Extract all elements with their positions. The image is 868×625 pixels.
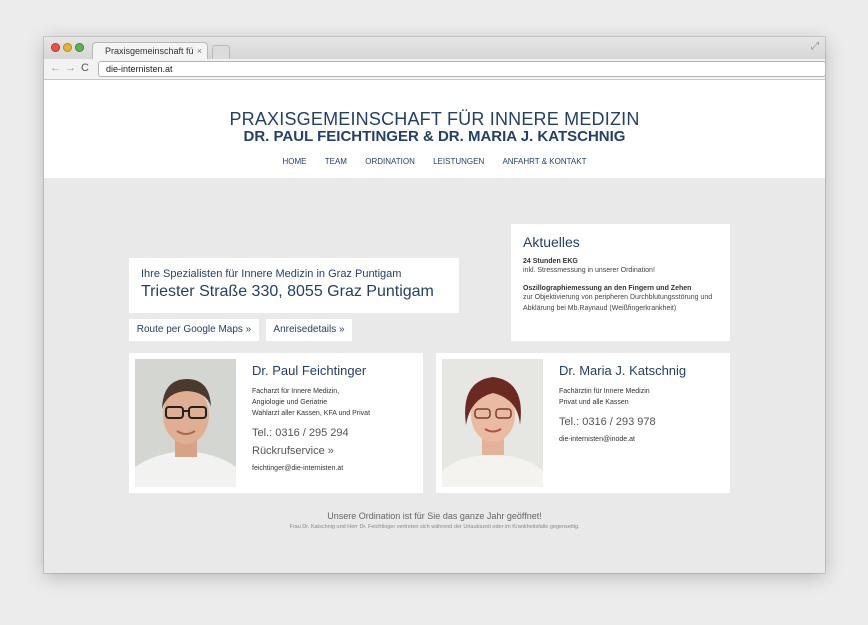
browser-tab[interactable]: Praxisgemeinschaft für × bbox=[92, 42, 208, 59]
opening-notice: Unsere Ordination ist für Sie das ganze … bbox=[327, 511, 542, 521]
travel-details-button[interactable]: Anreisedetails » bbox=[266, 319, 352, 341]
forward-arrow-icon[interactable]: → bbox=[65, 62, 76, 74]
substitution-notice: Frau Dr. Katschnig und Herr Dr. Feichtin… bbox=[289, 524, 580, 530]
news-item-text: zur Objektivierung von peripheren Durchb… bbox=[523, 294, 713, 312]
back-arrow-icon[interactable]: ← bbox=[50, 62, 61, 74]
doctor-portrait bbox=[135, 359, 236, 487]
page-content: PRAXISGEMEINSCHAFT FÜR INNERE MEDIZIN DR… bbox=[44, 80, 825, 573]
doctor-email-link[interactable]: feichtinger@die-internisten.at bbox=[252, 465, 417, 472]
doctor-info: Dr. Maria J. Katschnig Fachärztin für In… bbox=[559, 363, 724, 443]
browser-window: Praxisgemeinschaft für × ⤢ ← → C die-int… bbox=[44, 37, 825, 573]
doctor-specialty: Angiologie und Geriatrie bbox=[252, 399, 328, 406]
nav-team[interactable]: TEAM bbox=[325, 157, 347, 166]
minimize-window-button[interactable] bbox=[63, 43, 72, 52]
address-bar[interactable]: die-internisten.at bbox=[98, 61, 825, 77]
maximize-window-button[interactable] bbox=[75, 43, 84, 52]
site-header: PRAXISGEMEINSCHAFT FÜR INNERE MEDIZIN DR… bbox=[44, 80, 825, 178]
doctor-info: Dr. Paul Feichtinger Facharzt für Innere… bbox=[252, 363, 417, 472]
doctor-specialty: Fachärztin für Innere Medizin bbox=[559, 388, 650, 395]
doctor-insurance: Wahlarzt aller Kassen, KFA und Privat bbox=[252, 410, 371, 417]
nav-leistungen[interactable]: LEISTUNGEN bbox=[433, 157, 484, 166]
doctor-specialty: Facharzt für Innere Medizin, bbox=[252, 388, 340, 395]
close-window-button[interactable] bbox=[51, 43, 60, 52]
nav-home[interactable]: HOME bbox=[283, 157, 307, 166]
nav-anfahrt-kontakt[interactable]: ANFAHRT & KONTAKT bbox=[502, 157, 586, 166]
doctor-portrait bbox=[442, 359, 543, 487]
fullscreen-icon[interactable]: ⤢ bbox=[811, 41, 819, 52]
new-tab-button[interactable] bbox=[212, 45, 230, 59]
site-subtitle: DR. PAUL FEICHTINGER & DR. MARIA J. KATS… bbox=[243, 128, 626, 145]
doctor-insurance: Privat und alle Kassen bbox=[559, 399, 629, 406]
doctor-name: Dr. Maria J. Katschnig bbox=[559, 363, 687, 378]
reload-icon[interactable]: C bbox=[81, 62, 89, 74]
news-title: Aktuelles bbox=[523, 234, 580, 250]
news-item-text: inkl. Stressmessung in unserer Ordinatio… bbox=[523, 267, 655, 274]
doctor-name: Dr. Paul Feichtinger bbox=[252, 363, 367, 378]
news-item-title: 24 Stunden EKG bbox=[523, 258, 578, 265]
nav-ordination[interactable]: ORDINATION bbox=[365, 157, 415, 166]
main-navigation: HOME TEAM ORDINATION LEISTUNGEN ANFAHRT … bbox=[44, 157, 825, 166]
tab-title: Praxisgemeinschaft für bbox=[105, 46, 193, 56]
browser-titlebar: Praxisgemeinschaft für × ⤢ bbox=[44, 37, 825, 59]
doctor-email-link[interactable]: die-internisten@inode.at bbox=[559, 436, 724, 443]
callback-service-link[interactable]: Rückrufservice » bbox=[252, 445, 417, 457]
site-title: PRAXISGEMEINSCHAFT FÜR INNERE MEDIZIN bbox=[229, 109, 640, 129]
tab-close-icon[interactable]: × bbox=[197, 43, 202, 59]
doctor-card-katschnig: Dr. Maria J. Katschnig Fachärztin für In… bbox=[436, 353, 730, 493]
intro-tagline: Ihre Spezialisten für Innere Medizin in … bbox=[141, 268, 402, 280]
news-item-title: Oszillographiemessung an den Fingern und… bbox=[523, 285, 692, 292]
practice-address: Triester Straße 330, 8055 Graz Puntigam bbox=[141, 283, 434, 300]
doctor-card-feichtinger: Dr. Paul Feichtinger Facharzt für Innere… bbox=[129, 353, 423, 493]
doctor-phone: Tel.: 0316 / 295 294 bbox=[252, 427, 349, 439]
doctor-phone: Tel.: 0316 / 293 978 bbox=[559, 416, 656, 428]
news-box: Aktuelles 24 Stunden EKG inkl. Stressmes… bbox=[511, 224, 730, 341]
browser-toolbar: ← → C die-internisten.at bbox=[44, 59, 825, 80]
intro-box: Ihre Spezialisten für Innere Medizin in … bbox=[129, 258, 459, 313]
google-maps-route-button[interactable]: Route per Google Maps » bbox=[129, 319, 259, 341]
